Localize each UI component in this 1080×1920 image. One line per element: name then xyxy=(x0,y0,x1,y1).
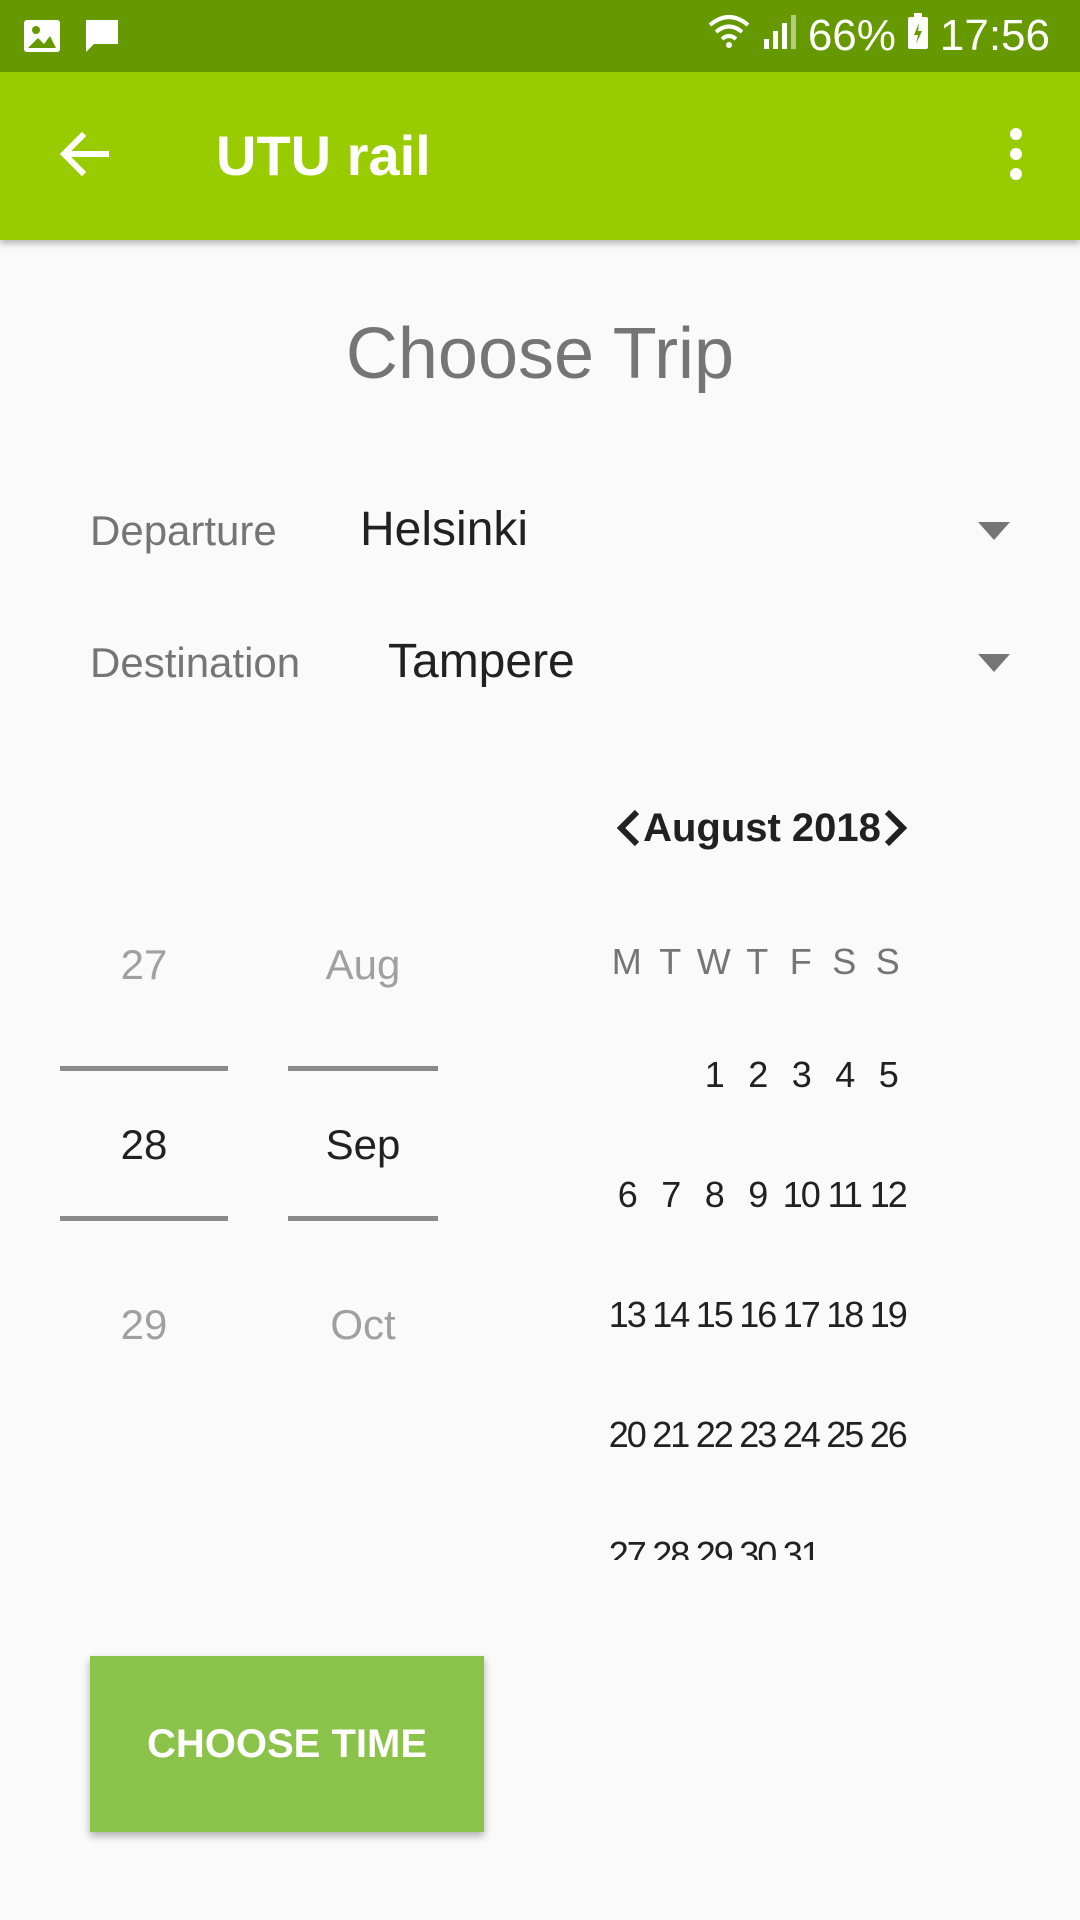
calendar-day[interactable]: 8 xyxy=(692,1173,736,1217)
calendar-day[interactable]: 19 xyxy=(866,1293,910,1337)
calendar-day[interactable]: 10 xyxy=(779,1173,823,1217)
message-icon xyxy=(82,16,122,61)
app-bar: UTU rail xyxy=(0,72,1080,240)
calendar-day[interactable]: 31 xyxy=(779,1533,823,1560)
calendar-week: 1 2 3 4 5 xyxy=(605,1053,910,1097)
calendar-day[interactable]: 15 xyxy=(692,1293,736,1337)
day-divider-bottom xyxy=(60,1216,228,1221)
day-prev[interactable]: 27 xyxy=(60,940,228,990)
calendar-day[interactable]: 4 xyxy=(823,1053,867,1097)
calendar-day[interactable]: 7 xyxy=(649,1173,693,1217)
calendar-day[interactable]: 30 xyxy=(736,1533,780,1560)
calendar-day[interactable]: 1 xyxy=(692,1053,736,1097)
calendar-month-title: August 2018 xyxy=(643,805,881,850)
day-next[interactable]: 29 xyxy=(60,1300,228,1350)
weekday-label: T xyxy=(746,941,769,982)
calendar-day[interactable]: 14 xyxy=(649,1293,693,1337)
calendar-day[interactable]: 26 xyxy=(866,1413,910,1457)
overflow-menu-icon[interactable] xyxy=(992,122,1040,186)
calendar-grid: M T W T F S S 1 2 3 4 5 6 7 8 9 10 11 12… xyxy=(605,940,910,1560)
calendar-day[interactable]: 5 xyxy=(866,1053,910,1097)
calendar-day[interactable] xyxy=(823,1533,867,1560)
page-title: Choose Trip xyxy=(345,314,735,394)
signal-icon xyxy=(762,11,798,62)
calendar-day[interactable]: 28 xyxy=(649,1533,693,1560)
departure-value: Helsinki xyxy=(360,503,529,556)
calendar-day[interactable]: 27 xyxy=(605,1533,649,1560)
calendar-day[interactable]: 17 xyxy=(779,1293,823,1337)
calendar-week: 20 21 22 23 24 25 26 xyxy=(605,1413,910,1457)
weekday-label: W xyxy=(696,941,731,982)
calendar-weekdays: M T W T F S S xyxy=(605,940,910,984)
calendar-day[interactable]: 21 xyxy=(649,1413,693,1457)
dropdown-arrow-icon xyxy=(978,654,1010,672)
month-prev[interactable]: Aug xyxy=(288,940,438,990)
day-selected[interactable]: 28 xyxy=(60,1120,228,1170)
calendar-header: August 2018 xyxy=(612,800,912,856)
wifi-icon xyxy=(706,11,752,62)
calendar-day[interactable]: 9 xyxy=(736,1173,780,1217)
month-selected[interactable]: Sep xyxy=(288,1120,438,1170)
calendar-day[interactable] xyxy=(605,1053,649,1097)
clock: 17:56 xyxy=(939,11,1050,60)
day-picker[interactable]: 27 28 29 xyxy=(60,940,228,1360)
battery-percent: 66% xyxy=(807,11,896,60)
status-bar: 66% 17:56 xyxy=(0,0,1080,72)
destination-spinner[interactable]: Tampere xyxy=(380,622,1010,702)
next-month-icon[interactable] xyxy=(881,808,909,848)
calendar-day[interactable]: 23 xyxy=(736,1413,780,1457)
calendar-week: 27 28 29 30 31 xyxy=(605,1533,910,1560)
departure-spinner[interactable]: Helsinki xyxy=(350,490,1010,570)
calendar-day[interactable]: 18 xyxy=(823,1293,867,1337)
weekday-label: F xyxy=(789,941,812,982)
month-next[interactable]: Oct xyxy=(288,1300,438,1350)
destination-value: Tampere xyxy=(388,635,575,688)
calendar-day[interactable] xyxy=(649,1053,693,1097)
destination-label: Destination xyxy=(90,639,301,686)
calendar-day[interactable]: 2 xyxy=(736,1053,780,1097)
calendar-day[interactable]: 16 xyxy=(736,1293,780,1337)
gallery-icon xyxy=(22,16,62,61)
calendar-day[interactable]: 20 xyxy=(605,1413,649,1457)
calendar-week: 13 14 15 16 17 18 19 xyxy=(605,1293,910,1337)
calendar-day[interactable]: 29 xyxy=(692,1533,736,1560)
calendar-day[interactable]: 24 xyxy=(779,1413,823,1457)
calendar-day[interactable]: 11 xyxy=(823,1173,867,1217)
app-title: UTU rail xyxy=(216,124,431,187)
dropdown-arrow-icon xyxy=(978,522,1010,540)
departure-label: Departure xyxy=(90,507,277,554)
calendar-day[interactable]: 25 xyxy=(823,1413,867,1457)
calendar-day[interactable]: 13 xyxy=(605,1293,649,1337)
calendar-day[interactable]: 6 xyxy=(605,1173,649,1217)
day-divider-top xyxy=(60,1066,228,1071)
calendar-day[interactable]: 3 xyxy=(779,1053,823,1097)
weekday-label: T xyxy=(659,941,682,982)
weekday-label: S xyxy=(832,941,857,982)
month-picker[interactable]: Aug Sep Oct xyxy=(288,940,438,1360)
month-divider-bottom xyxy=(288,1216,438,1221)
calendar-week: 6 7 8 9 10 11 12 xyxy=(605,1173,910,1217)
battery-icon xyxy=(906,11,930,62)
weekday-label: M xyxy=(611,941,642,982)
calendar-day[interactable]: 12 xyxy=(866,1173,910,1217)
month-divider-top xyxy=(288,1066,438,1071)
choose-time-button[interactable]: CHOOSE TIME xyxy=(90,1656,484,1832)
prev-month-icon[interactable] xyxy=(615,808,643,848)
weekday-label: S xyxy=(875,941,900,982)
back-arrow-icon[interactable] xyxy=(52,122,116,186)
calendar-day[interactable] xyxy=(866,1533,910,1560)
calendar-day[interactable]: 22 xyxy=(692,1413,736,1457)
